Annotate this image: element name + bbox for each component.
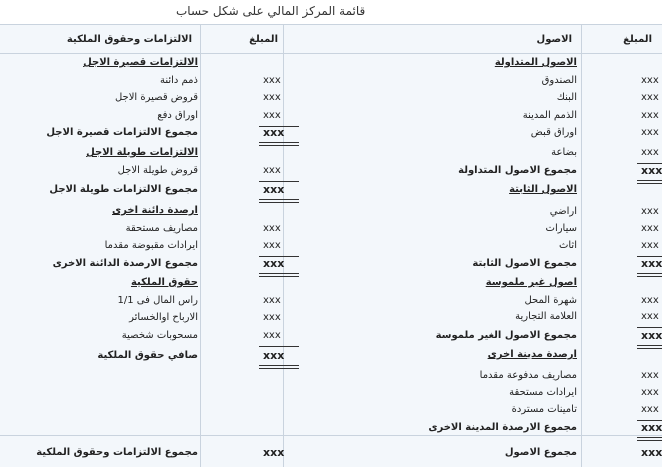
assets-fixed-item-1: اراضي [549, 206, 577, 217]
liabilities-equity-title: حقوق الملكية [130, 277, 198, 288]
liabilities-equity-item-3: مسحوبات شخصية [121, 330, 198, 341]
header-liabilities: الالتزامات وحقوق الملكية [66, 34, 192, 45]
liabilities-equity-item-1-amount: xxx [263, 295, 281, 306]
liabilities-long-item-1-amount: xxx [263, 165, 281, 176]
liabilities-short-item-3: اوراق دفع [157, 110, 198, 121]
liabilities-short-total-amount: xxx [263, 126, 285, 139]
liabilities-credit-item-2: ايرادات مقبوضة مقدما [104, 240, 198, 251]
total-double-rule [637, 345, 662, 349]
assets-debit-total-amount: xxx [641, 421, 662, 434]
liabilities-equity-total-amount: xxx [263, 349, 285, 362]
liabilities-short-total: مجموع الالتزامات قصيرة الاجل [46, 127, 198, 138]
assets-debit-total: مجموع الارصدة المدينة الاخرى [428, 422, 577, 433]
assets-current-item-4: اوراق قبض [530, 127, 577, 138]
assets-current-total-amount: xxx [641, 164, 662, 177]
assets-intangible-total: مجموع الاصول الغير ملموسة [435, 330, 577, 341]
header-assets-amount: المبلغ [623, 34, 652, 45]
assets-fixed-title: الاصول الثابتة [509, 184, 577, 195]
liabilities-equity-item-1: راس المال فى 1/1 [117, 295, 198, 306]
assets-fixed-total-amount: xxx [641, 257, 662, 270]
liabilities-credit-title: ارصدة دائنة اخرى [112, 205, 198, 216]
assets-intangible-item-1: شهرة المحل [524, 295, 577, 306]
liabilities-equity-item-2-amount: xxx [263, 312, 281, 323]
header-assets: الاصول [536, 34, 572, 45]
liabilities-short-item-2-amount: xxx [263, 92, 281, 103]
assets-current-item-2: البنك [556, 92, 577, 103]
assets-debit-item-2-amount: xxx [641, 387, 659, 398]
liabilities-credit-total: مجموع الارصدة الدائنة الاخرى [52, 258, 198, 269]
total-double-rule [259, 273, 299, 277]
subtotal-rule [259, 181, 299, 182]
assets-debit-item-3: تامينات مستردة [511, 404, 577, 415]
total-double-rule [637, 273, 662, 277]
assets-current-item-5: بضاعة [551, 147, 577, 158]
assets-intangible-title: اصول غير ملموسة [485, 277, 577, 288]
assets-grand-total: مجموع الاصول [504, 447, 577, 458]
assets-current-item-4-amount: xxx [641, 127, 659, 138]
liabilities-long-title: الالتزامات طويلة الاجل [86, 147, 198, 158]
assets-current-item-2-amount: xxx [641, 92, 659, 103]
header-divider [0, 53, 662, 54]
assets-current-item-1: الصندوق [541, 75, 577, 86]
col-divider [283, 25, 284, 467]
balance-sheet: قائمة المركز المالي على شكل حساب المبلغ … [0, 0, 662, 467]
liabilities-equity-item-2: الارباح اوالخسائر [129, 312, 198, 323]
liabilities-credit-item-1: مصاريف مستحقة [125, 223, 198, 234]
assets-grand-total-amount: xxx [641, 446, 662, 459]
total-double-rule [259, 142, 299, 146]
liabilities-credit-item-1-amount: xxx [263, 223, 281, 234]
assets-intangible-item-2: العلامة التجارية [515, 311, 577, 322]
title-bar: قائمة المركز المالي على شكل حساب [0, 0, 662, 24]
liabilities-grand-total: مجموع الالتزامات وحقوق الملكية [36, 447, 198, 458]
assets-debit-item-1: مصاريف مدفوعة مقدما [479, 370, 577, 381]
col-divider [200, 25, 201, 467]
liabilities-short-item-1-amount: xxx [263, 75, 281, 86]
assets-current-item-5-amount: xxx [641, 147, 659, 158]
assets-debit-title: ارصدة مدينة اخرى [487, 349, 577, 360]
subtotal-rule [259, 346, 299, 347]
liabilities-grand-total-amount: xxx [263, 446, 285, 459]
total-double-rule [637, 180, 662, 184]
liabilities-equity-item-3-amount: xxx [263, 330, 281, 341]
assets-debit-item-2: ايرادات مستحقة [509, 387, 577, 398]
assets-fixed-total: مجموع الاصول الثابتة [472, 258, 577, 269]
liabilities-long-item-1: قروض طويلة الاجل [117, 165, 198, 176]
assets-current-title: الاصول المتداولة [494, 57, 577, 68]
assets-current-total: مجموع الاصول المتداولة [458, 165, 577, 176]
subtotal-rule [637, 327, 662, 328]
assets-debit-item-3-amount: xxx [641, 404, 659, 415]
assets-fixed-item-1-amount: xxx [641, 206, 659, 217]
total-double-rule [259, 199, 299, 203]
assets-intangible-item-2-amount: xxx [641, 311, 659, 322]
liabilities-credit-item-2-amount: xxx [263, 240, 281, 251]
assets-current-item-1-amount: xxx [641, 75, 659, 86]
assets-fixed-item-2-amount: xxx [641, 223, 659, 234]
col-divider [581, 25, 582, 467]
assets-fixed-item-2: سيارات [545, 223, 577, 234]
total-double-rule [637, 437, 662, 441]
liabilities-long-total: مجموع الالتزامات طويلة الاجل [49, 184, 198, 195]
assets-debit-item-1-amount: xxx [641, 370, 659, 381]
total-double-rule [259, 365, 299, 369]
assets-intangible-total-amount: xxx [641, 329, 662, 342]
assets-fixed-item-3: اثاث [558, 240, 577, 251]
total-divider [0, 435, 662, 436]
liabilities-credit-total-amount: xxx [263, 257, 285, 270]
assets-intangible-item-1-amount: xxx [641, 295, 659, 306]
liabilities-short-item-2: قروض قصيرة الاجل [114, 92, 198, 103]
balance-sheet-table: المبلغ الاصول المبلغ الالتزامات وحقوق ال… [0, 24, 662, 467]
assets-fixed-item-3-amount: xxx [641, 240, 659, 251]
page-title: قائمة المركز المالي على شكل حساب [176, 4, 366, 18]
header-liabilities-amount: المبلغ [249, 34, 278, 45]
liabilities-short-item-3-amount: xxx [263, 110, 281, 121]
liabilities-equity-total: صافي حقوق الملكية [97, 350, 198, 361]
liabilities-short-item-1: ذمم دائنة [159, 75, 198, 86]
assets-current-item-3: الذمم المدينة [522, 110, 577, 121]
liabilities-short-title: الالتزامات قصيرة الاجل [83, 57, 198, 68]
assets-current-item-3-amount: xxx [641, 110, 659, 121]
liabilities-long-total-amount: xxx [263, 183, 285, 196]
